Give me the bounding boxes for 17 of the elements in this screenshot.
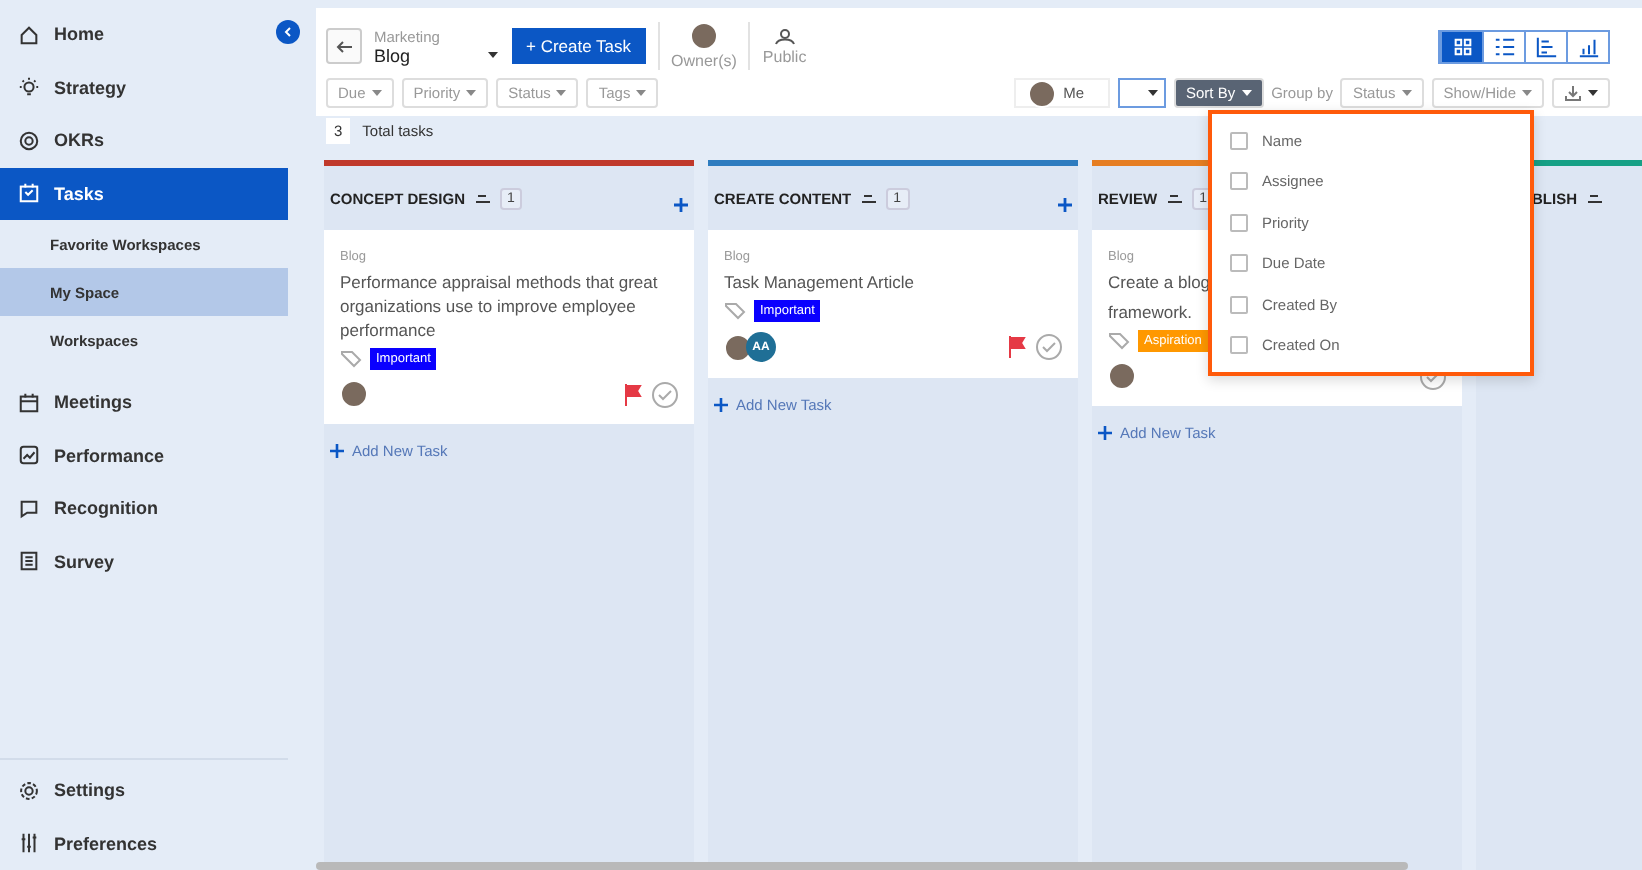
nav-item[interactable]: Home: [0, 8, 288, 61]
nav-item[interactable]: Preferences: [0, 817, 288, 870]
nav-item[interactable]: Recognition: [0, 482, 288, 535]
nav-item[interactable]: Meetings: [0, 376, 288, 429]
task-title: framework.: [1108, 300, 1193, 324]
task-title: Task Management Article: [724, 270, 914, 294]
nav-item[interactable]: Strategy: [0, 61, 288, 114]
workspace-select[interactable]: Blog: [374, 45, 498, 65]
nav-item[interactable]: OKRs: [0, 114, 288, 167]
nav-item[interactable]: Settings: [0, 764, 288, 817]
nav-item[interactable]: Survey: [0, 535, 288, 588]
owner-label: Owner(s): [671, 52, 737, 70]
nav-item[interactable]: Tasks: [0, 167, 288, 220]
visibility-label: Public: [762, 47, 807, 65]
task-title: Performance appraisal methods that great organizations use to improve employee performance: [340, 270, 660, 342]
create-task-button[interactable]: + Create Task: [512, 28, 646, 64]
nav-item[interactable]: Performance: [0, 429, 288, 482]
